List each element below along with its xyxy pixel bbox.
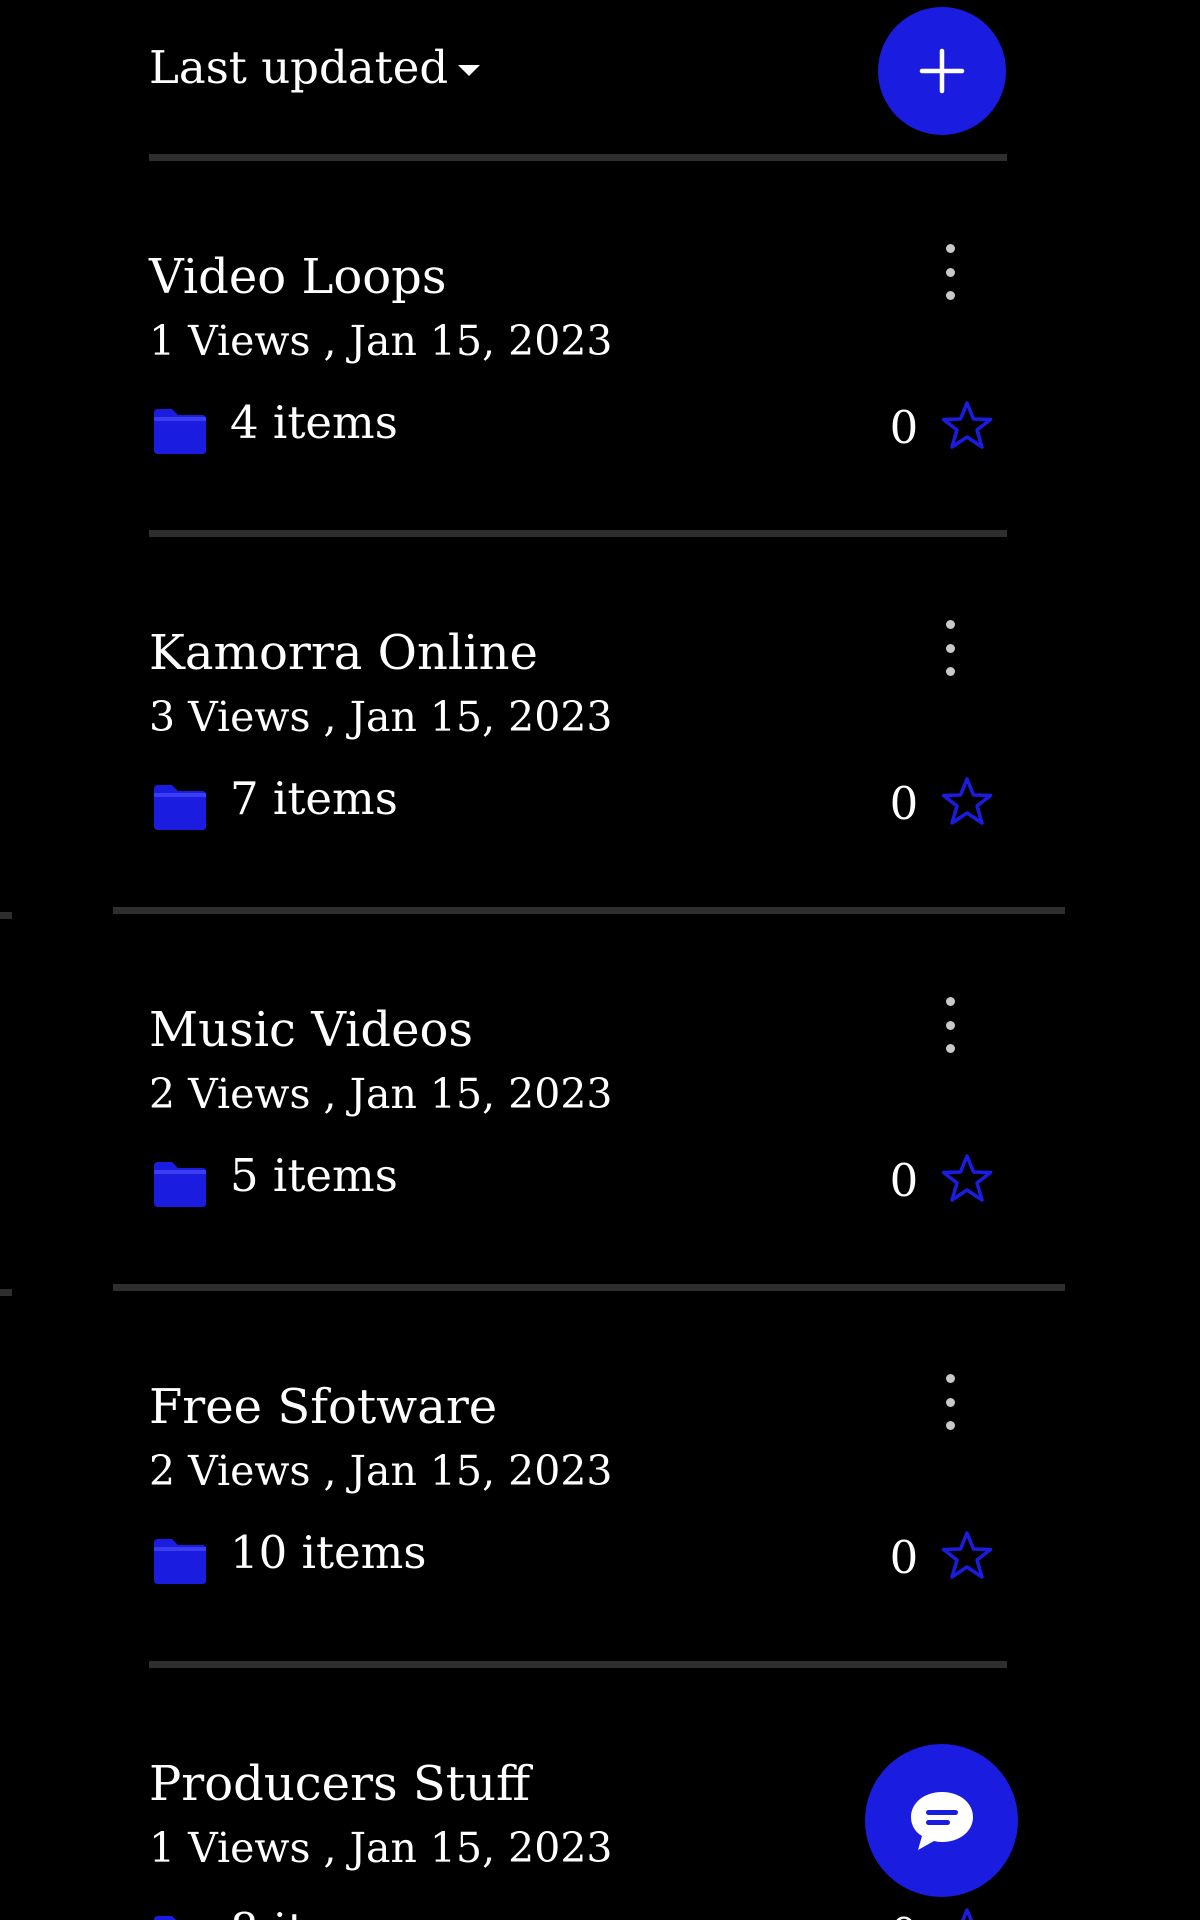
- more-vertical-icon: [945, 667, 955, 676]
- more-vertical-icon: [945, 997, 955, 1006]
- folder-icon: [154, 1162, 206, 1207]
- star-icon[interactable]: [940, 1153, 994, 1205]
- more-vertical-icon: [945, 643, 955, 653]
- chat-button[interactable]: [865, 1744, 1018, 1897]
- folder-icon: [154, 785, 206, 830]
- playlist-item-count: 10 items: [230, 1526, 427, 1579]
- playlist-item-count: 8 items: [230, 1900, 398, 1920]
- playlist-meta: 1 Views , Jan 15, 2023: [149, 1824, 613, 1872]
- more-vertical-icon: [945, 1044, 955, 1053]
- favorite-count: 0: [889, 777, 919, 830]
- playlist-item-count: 7 items: [230, 772, 398, 825]
- caret-down-icon: [458, 64, 481, 76]
- folder-icon: [154, 1539, 206, 1584]
- add-playlist-button[interactable]: [878, 7, 1006, 135]
- playlist-title: Kamorra Online: [149, 625, 538, 681]
- plus-icon: [919, 48, 965, 94]
- chat-bubble-icon: [910, 1791, 973, 1850]
- playlist-card[interactable]: Music Videos 2 Views , Jan 15, 2023 5 it…: [0, 943, 1200, 1319]
- divider: [149, 154, 1007, 161]
- playlist-card[interactable]: Free Sfotware 2 Views , Jan 15, 2023 10 …: [0, 1320, 1200, 1696]
- more-vertical-icon: [945, 1397, 955, 1407]
- favorite-count: 0: [889, 1531, 919, 1584]
- star-icon[interactable]: [940, 400, 994, 452]
- more-options-button[interactable]: [928, 614, 972, 682]
- playlist-card[interactable]: Producers Stuff 1 Views , Jan 15, 2023 8…: [0, 1697, 1200, 1920]
- playlist-meta: 1 Views , Jan 15, 2023: [149, 317, 613, 365]
- more-vertical-icon: [945, 291, 955, 300]
- star-icon[interactable]: [940, 776, 994, 828]
- folder-icon: [154, 1916, 176, 1920]
- sort-label: Last updated: [149, 41, 449, 94]
- sort-dropdown[interactable]: Last updated: [149, 38, 481, 98]
- playlist-title: Free Sfotware: [149, 1379, 498, 1435]
- playlist-card[interactable]: Video Loops 1 Views , Jan 15, 2023 4 ite…: [0, 190, 1200, 566]
- playlist-card[interactable]: Kamorra Online 3 Views , Jan 15, 2023 7 …: [0, 566, 1200, 942]
- favorite-count: 0: [889, 1154, 919, 1207]
- more-vertical-icon: [945, 1020, 955, 1030]
- more-options-button[interactable]: [928, 238, 972, 306]
- more-vertical-icon: [945, 244, 955, 253]
- more-options-button[interactable]: [928, 991, 972, 1059]
- playlist-meta: 3 Views , Jan 15, 2023: [149, 693, 613, 741]
- more-options-button[interactable]: [928, 1368, 972, 1436]
- star-icon[interactable]: [940, 1907, 994, 1920]
- playlist-title: Music Videos: [149, 1002, 474, 1058]
- playlist-meta: 2 Views , Jan 15, 2023: [149, 1447, 613, 1495]
- playlist-item-count: 5 items: [230, 1149, 398, 1202]
- more-vertical-icon: [945, 620, 955, 629]
- favorite-count: 0: [889, 401, 919, 454]
- star-icon[interactable]: [940, 1530, 994, 1582]
- playlists-screen: Last updated Video Loops 1 Views , Jan 1…: [0, 0, 1200, 1920]
- more-vertical-icon: [945, 267, 955, 277]
- playlist-meta: 2 Views , Jan 15, 2023: [149, 1070, 613, 1118]
- folder-icon: [154, 409, 206, 454]
- favorite-count: 0: [880, 1905, 928, 1920]
- playlist-title: Producers Stuff: [149, 1756, 531, 1812]
- more-vertical-icon: [945, 1421, 955, 1430]
- playlist-item-count: 4 items: [230, 396, 398, 449]
- more-vertical-icon: [945, 1374, 955, 1383]
- playlist-title: Video Loops: [149, 249, 447, 305]
